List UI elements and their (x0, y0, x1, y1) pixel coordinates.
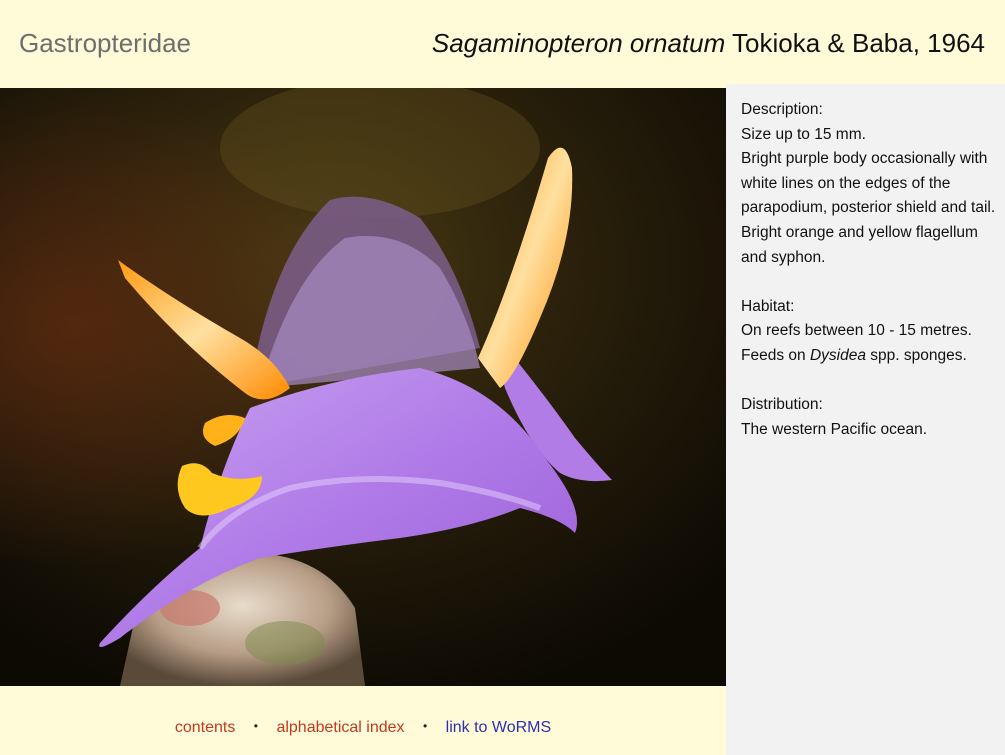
footer-nav: contents • alphabetical index • link to … (0, 719, 726, 737)
habitat-feeding-genus: Dysidea (809, 346, 866, 364)
species-photo (0, 88, 726, 686)
habitat-depth: On reefs between 10 - 15 metres. (741, 322, 972, 340)
species-details: Description: Size up to 15 mm. Bright pu… (741, 98, 996, 442)
species-name: Sagaminopteron ornatum (431, 28, 726, 58)
description-size: Size up to 15 mm. (741, 125, 866, 143)
distribution-text: The western Pacific ocean. (741, 420, 928, 438)
footer: contents • alphabetical index • link to … (0, 686, 726, 755)
family-name: Gastropteridae (19, 28, 191, 58)
worms-link[interactable]: link to WoRMS (446, 719, 552, 736)
sidebar: Description: Size up to 15 mm. Bright pu… (726, 84, 1005, 755)
habitat-feeding-prefix: Feeds on (741, 346, 810, 364)
habitat-heading: Habitat: (741, 297, 795, 315)
habitat-feeding: Feeds on Dysidea spp. sponges. (741, 344, 996, 369)
distribution-heading: Distribution: (741, 396, 823, 414)
species-title: Sagaminopteron ornatum Tokioka & Baba, 1… (432, 28, 985, 59)
separator-dot: • (253, 719, 258, 733)
page-header: Gastropteridae Sagaminopteron ornatum To… (0, 0, 1005, 86)
description-body: Bright purple body occasionally with whi… (741, 150, 996, 266)
alphabetical-index-link[interactable]: alphabetical index (276, 719, 404, 736)
contents-link[interactable]: contents (175, 719, 235, 736)
species-authority: Tokioka & Baba, 1964 (732, 28, 985, 58)
description-heading: Description: (741, 101, 823, 118)
separator-dot: • (422, 719, 428, 733)
sea-slug-illustration (0, 88, 726, 686)
habitat-feeding-suffix: spp. sponges. (865, 346, 967, 364)
